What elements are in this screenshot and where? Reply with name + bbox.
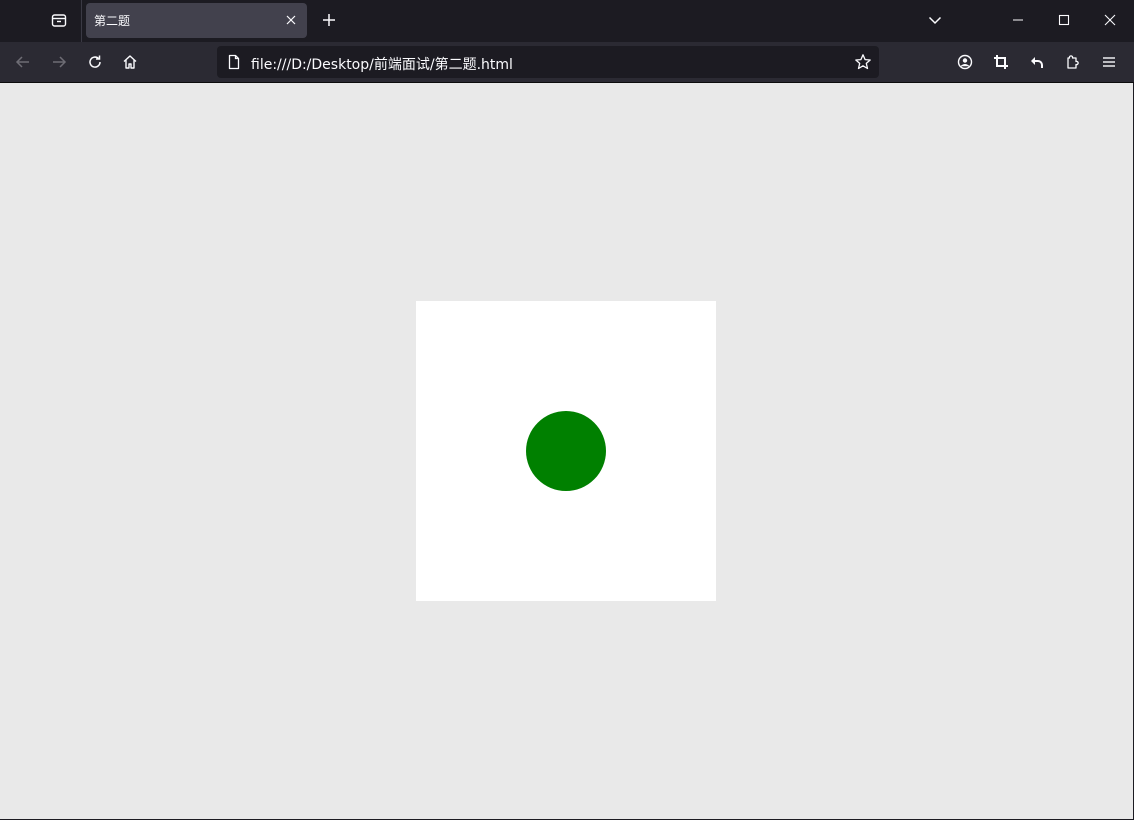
reload-button[interactable] bbox=[81, 48, 109, 76]
minimize-button[interactable] bbox=[995, 0, 1041, 40]
back-button[interactable] bbox=[9, 48, 37, 76]
back-arrow-icon bbox=[15, 56, 29, 68]
list-all-tabs-button[interactable] bbox=[922, 8, 948, 32]
tab-divider bbox=[81, 0, 82, 42]
undo-icon bbox=[1031, 57, 1043, 68]
firefox-view-button[interactable] bbox=[44, 6, 74, 34]
bookmark-star-button[interactable] bbox=[853, 52, 873, 72]
home-button[interactable] bbox=[116, 48, 144, 76]
navigation-toolbar: file:///D:/Desktop/前端面试/第二题.html bbox=[0, 42, 1134, 82]
undo-close-tab-button[interactable] bbox=[1023, 48, 1051, 76]
tab-strip: 第二题 bbox=[0, 0, 1134, 42]
url-text[interactable]: file:///D:/Desktop/前端面试/第二题.html bbox=[251, 54, 513, 74]
reload-icon bbox=[89, 55, 101, 68]
chevron-down-icon bbox=[928, 16, 942, 25]
page-icon bbox=[226, 54, 242, 70]
green-circle bbox=[526, 411, 606, 491]
url-bar[interactable]: file:///D:/Desktop/前端面试/第二题.html bbox=[217, 46, 879, 78]
puzzle-icon bbox=[1067, 55, 1079, 69]
screenshot-button[interactable] bbox=[987, 48, 1015, 76]
close-icon bbox=[286, 15, 296, 25]
white-square-box bbox=[416, 301, 716, 601]
page-viewport bbox=[0, 83, 1133, 819]
maximize-button[interactable] bbox=[1041, 0, 1087, 40]
firefox-view-icon bbox=[51, 12, 67, 28]
minimize-icon bbox=[1013, 19, 1023, 21]
home-icon bbox=[123, 55, 137, 69]
close-icon bbox=[1104, 14, 1116, 26]
tab-active[interactable]: 第二题 bbox=[86, 3, 307, 38]
forward-button[interactable] bbox=[45, 48, 73, 76]
hamburger-menu-icon bbox=[1103, 57, 1115, 67]
tab-title: 第二题 bbox=[94, 14, 131, 28]
close-window-button[interactable] bbox=[1087, 0, 1133, 40]
star-icon bbox=[855, 54, 871, 70]
maximize-icon bbox=[1058, 14, 1070, 26]
browser-window: 第二题 file:///D:/Desktop/前端面试/第二题.html bbox=[0, 0, 1134, 820]
account-button[interactable] bbox=[951, 48, 979, 76]
crop-icon bbox=[994, 55, 1008, 69]
extensions-button[interactable] bbox=[1059, 48, 1087, 76]
app-menu-button[interactable] bbox=[1095, 48, 1123, 76]
plus-icon bbox=[323, 14, 335, 26]
account-icon bbox=[957, 54, 973, 70]
forward-arrow-icon bbox=[53, 56, 67, 68]
new-tab-button[interactable] bbox=[317, 8, 341, 32]
tab-close-button[interactable] bbox=[283, 12, 299, 28]
